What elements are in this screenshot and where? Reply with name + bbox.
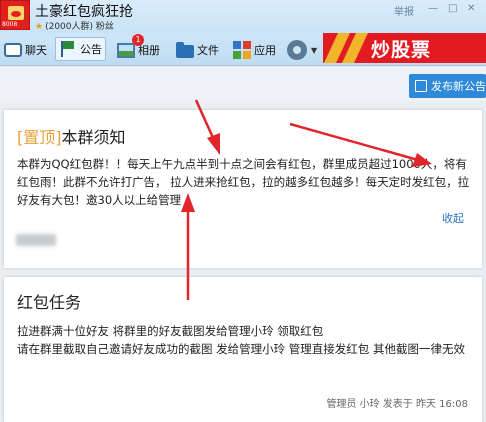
publish-notice-label: 发布新公告 <box>431 80 486 93</box>
notice-action-bar: 发布新公告 <box>0 67 486 101</box>
notice-title-text: 本群须知 <box>61 128 126 147</box>
tab-files-label: 文件 <box>197 44 219 57</box>
notice-body: 本群为QQ红包群！！每天上午九点半到十点之间会有红包，群里成员超过1000人，将… <box>17 157 470 207</box>
flag-icon <box>59 40 77 58</box>
apps-grid-icon <box>233 41 251 59</box>
group-member-info: ★ (2000人群) 粉丝 <box>35 19 114 32</box>
minimize-icon[interactable]: — <box>428 3 438 14</box>
maximize-icon[interactable]: □ <box>448 3 457 14</box>
chat-window-header: 8008 土豪红包疯狂抢 ★ (2000人群) 粉丝 举报 — □ ✕ <box>0 0 486 33</box>
report-link[interactable]: 举报 <box>394 3 414 18</box>
ad-banner[interactable]: 炒股票 <box>323 33 486 63</box>
notice-body-line2: 请在群里截取自己邀请好友成功的截图 发给管理小玲 管理直接发红包 其他截图一律无… <box>17 342 465 356</box>
ad-text: 炒股票 <box>371 39 432 61</box>
pinned-tag: [置顶] <box>17 128 62 147</box>
member-info-text: (2000人群) 粉丝 <box>45 22 114 32</box>
chevron-down-icon: ▼ <box>311 45 318 55</box>
notice-card-pinned: [置顶]本群须知 本群为QQ红包群！！每天上午九点半到十点之间会有红包，群里成员… <box>4 110 482 268</box>
tab-notice[interactable]: 公告 <box>55 37 106 61</box>
notice-meta: 管理员 小玲 发表于 昨天 16:08 <box>326 399 468 410</box>
avatar-number: 8008 <box>2 21 18 28</box>
tab-album[interactable]: 相册 1 <box>117 34 160 62</box>
gear-icon <box>287 40 307 60</box>
tab-files[interactable]: 文件 <box>176 38 219 62</box>
tab-apps[interactable]: 应用 <box>233 38 276 62</box>
tab-chat-label: 聊天 <box>25 44 47 57</box>
tab-chat[interactable]: 聊天 <box>4 38 47 62</box>
chat-icon <box>4 43 22 57</box>
collapse-link[interactable]: 收起 <box>442 210 464 226</box>
notice-title: 红包任务 <box>17 293 82 312</box>
publish-notice-button[interactable]: 发布新公告 <box>409 74 486 98</box>
folder-icon <box>176 41 194 58</box>
close-icon[interactable]: ✕ <box>467 3 475 14</box>
tab-notice-label: 公告 <box>80 43 102 56</box>
notice-card-task: 红包任务 拉进群满十位好友 将群里的好友截图发给管理小玲 领取红包 请在群里截取… <box>4 277 482 422</box>
album-badge: 1 <box>132 34 144 46</box>
edit-icon <box>415 80 427 92</box>
tab-apps-label: 应用 <box>254 44 276 57</box>
star-icon: ★ <box>35 22 44 32</box>
group-avatar[interactable]: 8008 <box>0 0 30 30</box>
red-envelope-icon <box>8 6 24 20</box>
notice-body-line1: 拉进群满十位好友 将群里的好友截图发给管理小玲 领取红包 <box>17 324 324 338</box>
settings-menu[interactable]: ▼ <box>287 38 317 62</box>
notice-title: [置顶]本群须知 <box>17 124 126 148</box>
author-blurred <box>16 234 56 246</box>
group-name[interactable]: 土豪红包疯狂抢 <box>35 1 133 21</box>
photo-icon <box>117 42 135 58</box>
